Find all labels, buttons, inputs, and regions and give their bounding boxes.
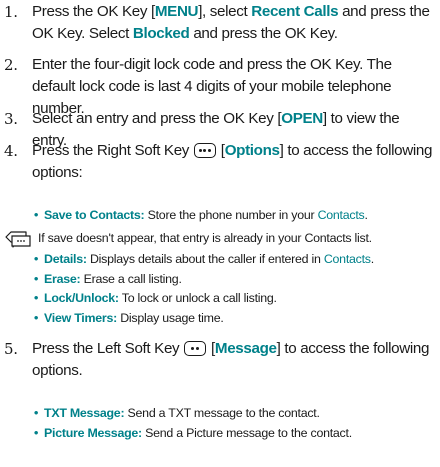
bullet-icon: • [34, 291, 39, 305]
bullet-text: . [370, 252, 374, 266]
step-number: 1. [4, 3, 18, 21]
bullet-icon: • [34, 310, 39, 325]
text-run: Press the Right Soft Key [32, 142, 193, 159]
note-text: If save doesn't appear, that entry is al… [38, 231, 372, 245]
list-item: • Lock/Unlock: To lock or unlock a call … [34, 289, 434, 309]
bullet-label: Save to Contacts: [44, 208, 145, 222]
step-number: 4. [4, 142, 18, 160]
list-item: • Erase: Erase a call listing. [34, 270, 434, 290]
menu-key-label: MENU [154, 3, 199, 20]
step-text: Press the Left Soft Key [Message] to acc… [32, 338, 436, 382]
list-item: • Picture Message: Send a Picture messag… [34, 424, 434, 444]
bullet-icon: • [34, 406, 39, 420]
options-label: Options [224, 142, 280, 159]
options-list: • Save to Contacts: Store the phone numb… [34, 206, 434, 226]
step-4: 4. Press the Right Soft Key [Options] to… [4, 140, 436, 184]
bullet-text: Send a Picture message to the contact. [141, 425, 352, 440]
step-number: 5. [4, 340, 18, 358]
instruction-page: 1. Press the OK Key [MENU], select Recen… [0, 0, 440, 467]
bullet-label: Details: [44, 252, 87, 266]
bullet-label: Lock/Unlock: [44, 291, 119, 305]
right-soft-key-icon [193, 143, 216, 158]
text-run: [ [207, 340, 215, 357]
list-item: • Save to Contacts: Store the phone numb… [34, 206, 434, 226]
blocked-label: Blocked [132, 25, 190, 42]
text-run: Select an entry and press the OK Key [ [32, 110, 282, 127]
text-run: Press the OK Key [ [32, 3, 155, 20]
bullet-icon: • [34, 208, 39, 222]
bullet-label: Picture Message: [44, 425, 142, 440]
step-5: 5. Press the Left Soft Key [Message] to … [4, 338, 436, 382]
list-item: • Details: Displays details about the ca… [34, 250, 434, 270]
contacts-link: Contacts [323, 252, 371, 266]
open-key-label: OPEN [281, 110, 323, 127]
bullet-text: Send a TXT message to the contact. [124, 406, 320, 420]
bullet-icon: • [34, 271, 39, 286]
left-soft-key-icon [184, 341, 207, 356]
bullet-text: Erase a call listing. [80, 271, 182, 286]
text-run: [ [216, 142, 225, 159]
step-number: 3. [4, 110, 18, 128]
note: If save doesn't appear, that entry is al… [0, 229, 440, 248]
text-run: Press the Left Soft Key [32, 340, 184, 357]
note-icon [5, 231, 31, 248]
bullet-label: TXT Message: [44, 406, 125, 420]
bullet-label: Erase: [44, 271, 81, 286]
bullet-text: Displays details about the caller if ent… [86, 252, 324, 266]
text-run: and press the OK Key. [189, 25, 338, 42]
bullet-icon: • [34, 425, 39, 440]
bullet-icon: • [34, 252, 39, 266]
bullet-text: Store the phone number in your [144, 208, 318, 222]
options-list-continued: • Details: Displays details about the ca… [34, 250, 434, 328]
step-text: Press the OK Key [MENU], select Recent C… [32, 1, 436, 45]
step-text: Press the Right Soft Key [Options] to ac… [32, 140, 436, 184]
text-run: ], select [198, 3, 252, 20]
message-label: Message [214, 340, 277, 357]
recent-calls-label: Recent Calls [251, 3, 339, 20]
step-number: 2. [4, 56, 18, 74]
bullet-text: To lock or unlock a call listing. [118, 291, 277, 305]
contacts-link: Contacts [317, 208, 365, 222]
list-item: • View Timers: Display usage time. [34, 309, 434, 329]
bullet-text: Display usage time. [117, 310, 224, 325]
list-item: • TXT Message: Send a TXT message to the… [34, 404, 434, 424]
step-1: 1. Press the OK Key [MENU], select Recen… [4, 1, 436, 45]
message-options-list: • TXT Message: Send a TXT message to the… [34, 404, 434, 443]
bullet-label: View Timers: [44, 310, 117, 325]
bullet-text: . [364, 208, 368, 222]
